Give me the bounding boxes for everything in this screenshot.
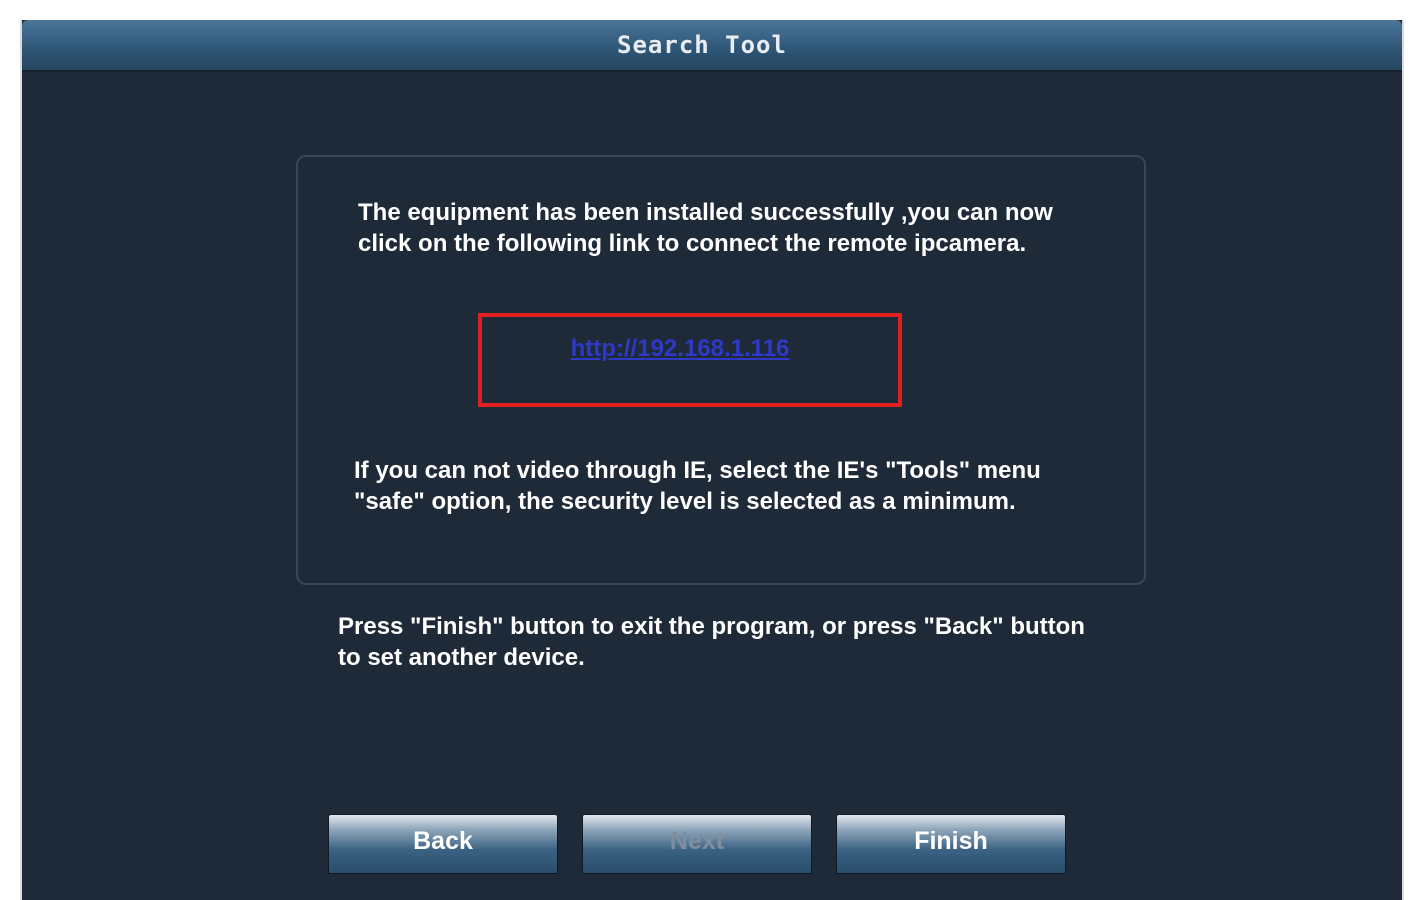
link-highlight-frame: http://192.168.1.116 [478, 313, 902, 407]
title-bar: Search Tool [22, 20, 1402, 72]
next-button[interactable]: Next [582, 814, 812, 874]
ie-security-message: If you can not video through IE, select … [354, 457, 1041, 515]
window-title: Search Tool [617, 31, 787, 59]
finish-button[interactable]: Finish [836, 814, 1066, 874]
back-button[interactable]: Back [328, 814, 558, 874]
camera-link[interactable]: http://192.168.1.116 [571, 335, 790, 363]
installed-message: The equipment has been installed success… [358, 199, 1053, 257]
finish-instructions: Press "Finish" button to exit the progra… [338, 613, 1085, 671]
